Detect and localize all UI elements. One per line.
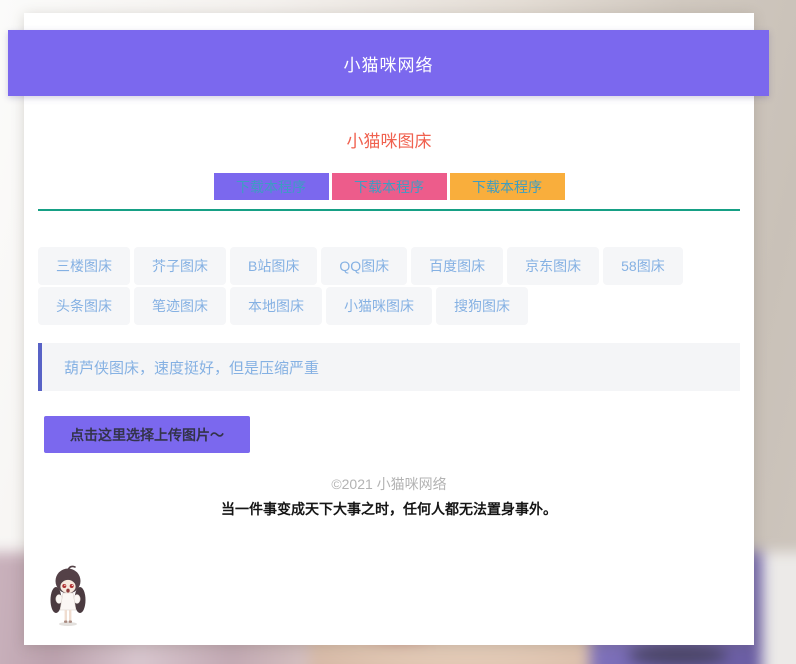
image-host-tab[interactable]: B站图床 [230,247,318,285]
image-host-tab[interactable]: 笔迹图床 [134,287,226,325]
image-host-tab[interactable]: 本地图床 [230,287,322,325]
hitokoto-quote: 当一件事变成天下大事之时，任何人都无法置身事外。 [221,501,557,517]
notice-text: 葫芦侠图床，速度挺好，但是压缩严重 [64,359,320,377]
image-host-tab[interactable]: 小猫咪图床 [326,287,432,325]
site-title: 小猫咪网络 [343,55,434,75]
image-host-tab[interactable]: QQ图床 [321,247,408,285]
page: 小猫咪网络 小猫咪图床 下载本程序 下载本程序 下载本程序 三楼图床 芥子图床 B站图床… [0,0,796,664]
image-host-tab[interactable]: 京东图床 [507,247,600,285]
download-button-row: 下载本程序 下载本程序 下载本程序 [24,173,754,200]
teal-divider-line [38,209,740,211]
download-program-button[interactable]: 下载本程序 [213,173,329,200]
main-card: 小猫咪网络 小猫咪图床 下载本程序 下载本程序 下载本程序 三楼图床 芥子图床 B站图床… [8,13,769,645]
download-program-button[interactable]: 下载本程序 [331,173,447,200]
image-host-tab[interactable]: 头条图床 [38,287,130,325]
image-host-tab[interactable]: 百度图床 [411,247,504,285]
image-host-tab[interactable]: 搜狗图床 [436,287,528,325]
upload-image-button[interactable]: 点击这里选择上传图片～ [44,416,250,453]
background-corner-blur [762,552,796,664]
background-collar-blur [628,644,728,664]
image-host-tabs: 三楼图床 芥子图床 B站图床 QQ图床 百度图床 京东图床 58图床头条图床 笔迹图床 本地图床… [38,247,754,327]
download-program-button[interactable]: 下载本程序 [449,173,565,200]
chibi-girl-mascot-icon [50,565,86,626]
image-host-tab[interactable]: 三楼图床 [38,247,130,285]
copyright-text: ©2021 小猫咪网络 [331,476,447,492]
page-title: 小猫咪图床 [346,132,432,151]
site-header-banner: 小猫咪网络 [8,30,769,96]
image-host-tab[interactable]: 芥子图床 [134,247,226,285]
image-host-tab[interactable]: 58图床 [603,247,683,285]
notice-bar: 葫芦侠图床，速度挺好，但是压缩严重 [38,343,740,391]
